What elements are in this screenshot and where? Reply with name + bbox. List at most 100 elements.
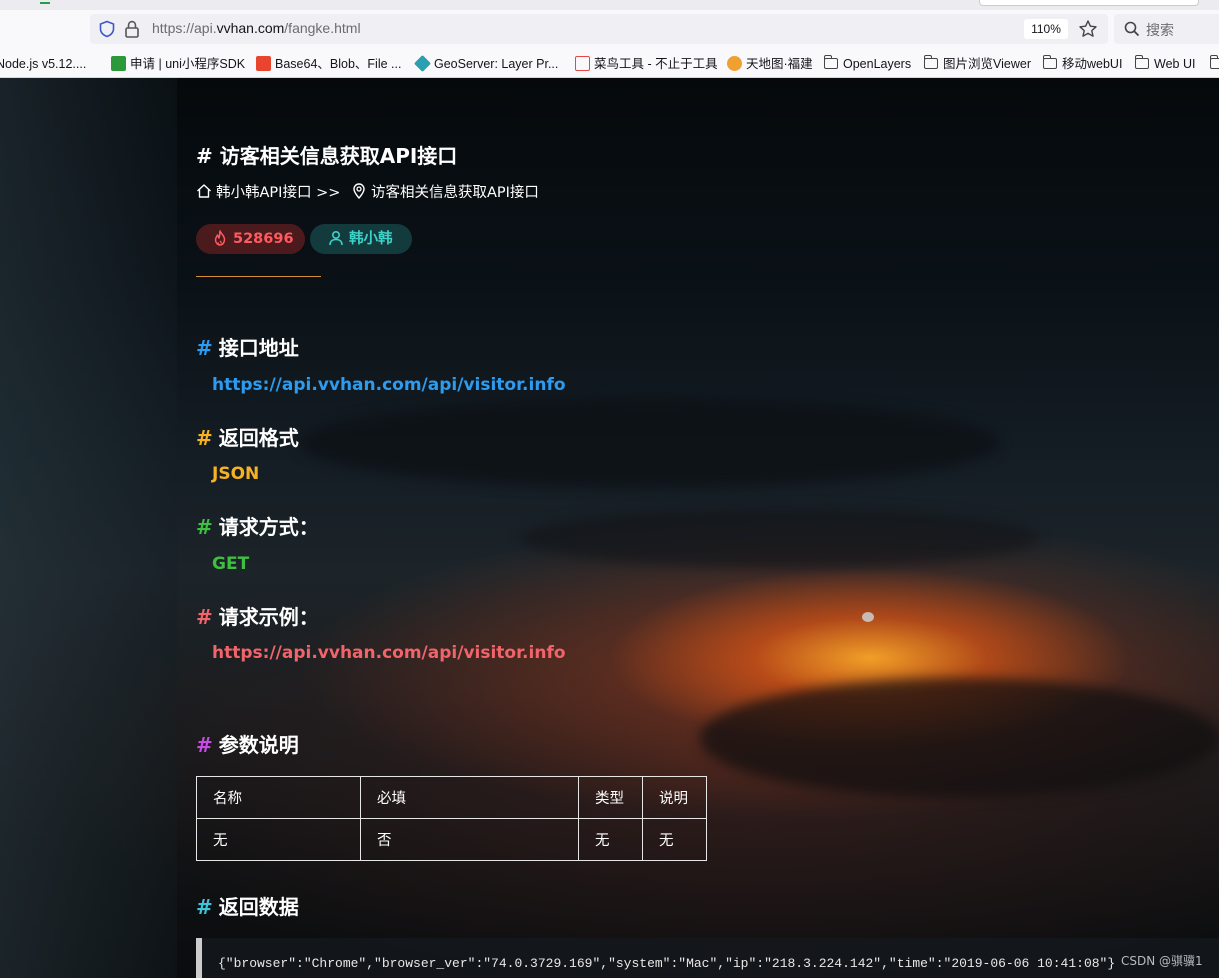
table-header-cell: 名称 <box>196 776 361 819</box>
section-hash: # <box>196 895 213 919</box>
zoom-level-button[interactable]: 110% <box>1024 19 1068 39</box>
section-title: 请求示例： <box>218 605 319 629</box>
section-title: 接口地址 <box>218 336 299 360</box>
c-icon <box>256 56 271 71</box>
bookmark-label: 图片浏览Viewer <box>943 57 1031 71</box>
table-header-cell: 必填 <box>360 776 579 819</box>
section-hash: # <box>196 605 213 629</box>
section-title: 参数说明 <box>218 733 299 757</box>
section-example-heading: # 请求示例： <box>196 601 319 630</box>
tab-strip <box>0 0 1219 10</box>
location-pin-icon <box>353 183 365 199</box>
author-badge[interactable]: 韩小韩 <box>310 224 412 254</box>
table-header-row: 名称 必填 类型 说明 <box>196 776 707 819</box>
folder-icon <box>1042 55 1057 69</box>
bookmark-folder-more[interactable] <box>1209 54 1219 74</box>
section-method-heading: # 请求方式： <box>196 511 319 540</box>
home-icon <box>197 184 211 198</box>
views-badge: 528696 <box>196 224 305 254</box>
bookmark-folder-mobile-webui[interactable]: 移动webUI <box>1042 54 1123 74</box>
section-hash: # <box>196 336 213 360</box>
section-format-heading: # 返回格式 <box>196 422 299 451</box>
bookmark-geoserver[interactable]: GeoServer: Layer Pr... <box>414 54 559 74</box>
title-divider <box>196 276 321 277</box>
section-response-heading: # 返回数据 <box>196 891 299 920</box>
lock-icon[interactable] <box>124 20 140 38</box>
url-path: /fangke.html <box>284 20 361 36</box>
response-code-text: {"browser":"Chrome","browser_ver":"74.0.… <box>218 956 1116 971</box>
section-params-heading: # 参数说明 <box>196 729 299 758</box>
table-cell: 无 <box>642 818 707 861</box>
table-cell: 无 <box>578 818 643 861</box>
views-count: 528696 <box>233 231 294 247</box>
folder-icon <box>1209 55 1219 69</box>
section-address-heading: # 接口地址 <box>196 332 299 361</box>
section-hash: # <box>196 426 213 450</box>
search-input[interactable]: 搜索 <box>1114 14 1219 44</box>
uni-icon <box>111 56 126 71</box>
breadcrumb: 韩小韩API接口 >> 访客相关信息获取API接口 <box>196 181 539 202</box>
url-text[interactable]: https://api.vvhan.com/fangke.html <box>152 20 361 36</box>
tab-indicator <box>40 0 50 4</box>
author-name: 韩小韩 <box>349 231 393 247</box>
bookmark-folder-webui[interactable]: Web UI <box>1134 54 1196 74</box>
bookmark-label: Base64、Blob、File ... <box>275 57 402 71</box>
breadcrumb-home-link[interactable]: 韩小韩API接口 <box>216 185 311 201</box>
bookmark-label: 移动webUI <box>1062 57 1123 71</box>
section-title: 返回数据 <box>218 895 299 919</box>
fire-icon <box>214 230 226 246</box>
left-shade <box>0 78 177 978</box>
params-table: 名称 必填 类型 说明 无 否 无 无 <box>196 776 707 861</box>
url-host: vvhan.com <box>216 20 285 36</box>
table-cell: 无 <box>196 818 361 861</box>
bookmark-uni-sdk[interactable]: 申请 | uni小程序SDK <box>111 54 245 74</box>
folder-icon <box>823 55 838 69</box>
bookmark-label: Node.js v5.12.... <box>0 57 87 71</box>
bookmark-label: 菜鸟工具 - 不止于工具 <box>594 57 718 71</box>
bookmark-label: GeoServer: Layer Pr... <box>434 57 559 71</box>
bookmark-label: Web UI <box>1154 57 1196 71</box>
page-title: # 访客相关信息获取API接口 <box>196 144 458 168</box>
search-label: 搜索 <box>1146 23 1174 39</box>
main-content: # 访客相关信息获取API接口 韩小韩API接口 >> 访客相关信息获取API接… <box>196 78 1219 978</box>
address-bar[interactable]: https://api.vvhan.com/fangke.html 110% <box>90 14 1108 44</box>
browser-chrome: https://api.vvhan.com/fangke.html 110% 搜… <box>0 0 1219 78</box>
bookmark-label: 申请 | uni小程序SDK <box>130 57 246 71</box>
tab-dropdown[interactable] <box>979 0 1199 6</box>
folder-icon <box>1134 55 1149 69</box>
bookmark-label: 天地图·福建 <box>746 57 813 71</box>
section-title: 返回格式 <box>218 426 299 450</box>
section-hash: # <box>196 733 213 757</box>
bookmark-label: OpenLayers <box>843 57 912 71</box>
table-header-cell: 类型 <box>578 776 643 819</box>
api-address-link[interactable]: https://api.vvhan.com/api/visitor.info <box>212 375 566 395</box>
bookmark-folder-openlayers[interactable]: OpenLayers <box>823 54 912 74</box>
table-row: 无 否 无 无 <box>196 818 707 861</box>
bookmark-star-icon[interactable] <box>1078 19 1098 39</box>
section-title: 请求方式： <box>218 515 319 539</box>
csdn-watermark: CSDN @骐骥1 <box>1121 954 1203 968</box>
bookmark-base64[interactable]: Base64、Blob、File ... <box>256 54 401 74</box>
bookmark-folder-viewer[interactable]: 图片浏览Viewer <box>923 54 1031 74</box>
section-hash: # <box>196 515 213 539</box>
shield-icon[interactable] <box>98 20 116 38</box>
bookmark-runoob-tools[interactable]: 菜鸟工具 - 不止于工具 <box>575 54 718 74</box>
user-icon <box>329 230 343 246</box>
url-prefix: https://api. <box>152 20 217 36</box>
table-cell: 否 <box>360 818 579 861</box>
breadcrumb-separator: >> <box>316 185 341 201</box>
folder-icon <box>923 55 938 69</box>
bookmark-tianditu[interactable]: 天地图·福建 <box>727 54 813 74</box>
response-code-block: {"browser":"Chrome","browser_ver":"74.0.… <box>196 938 1219 978</box>
request-example-link[interactable]: https://api.vvhan.com/api/visitor.info <box>212 643 566 663</box>
sun-icon <box>727 56 742 71</box>
table-header-cell: 说明 <box>642 776 707 819</box>
bookmark-nodejs[interactable]: Node.js v5.12.... <box>0 54 86 74</box>
page-background: # 访客相关信息获取API接口 韩小韩API接口 >> 访客相关信息获取API接… <box>0 78 1219 978</box>
return-format-value: JSON <box>212 464 260 484</box>
cube-icon <box>575 56 590 71</box>
request-method-value: GET <box>212 554 250 574</box>
geoserver-icon <box>414 55 431 72</box>
breadcrumb-current: 访客相关信息获取API接口 <box>370 185 539 201</box>
search-icon <box>1124 21 1140 37</box>
